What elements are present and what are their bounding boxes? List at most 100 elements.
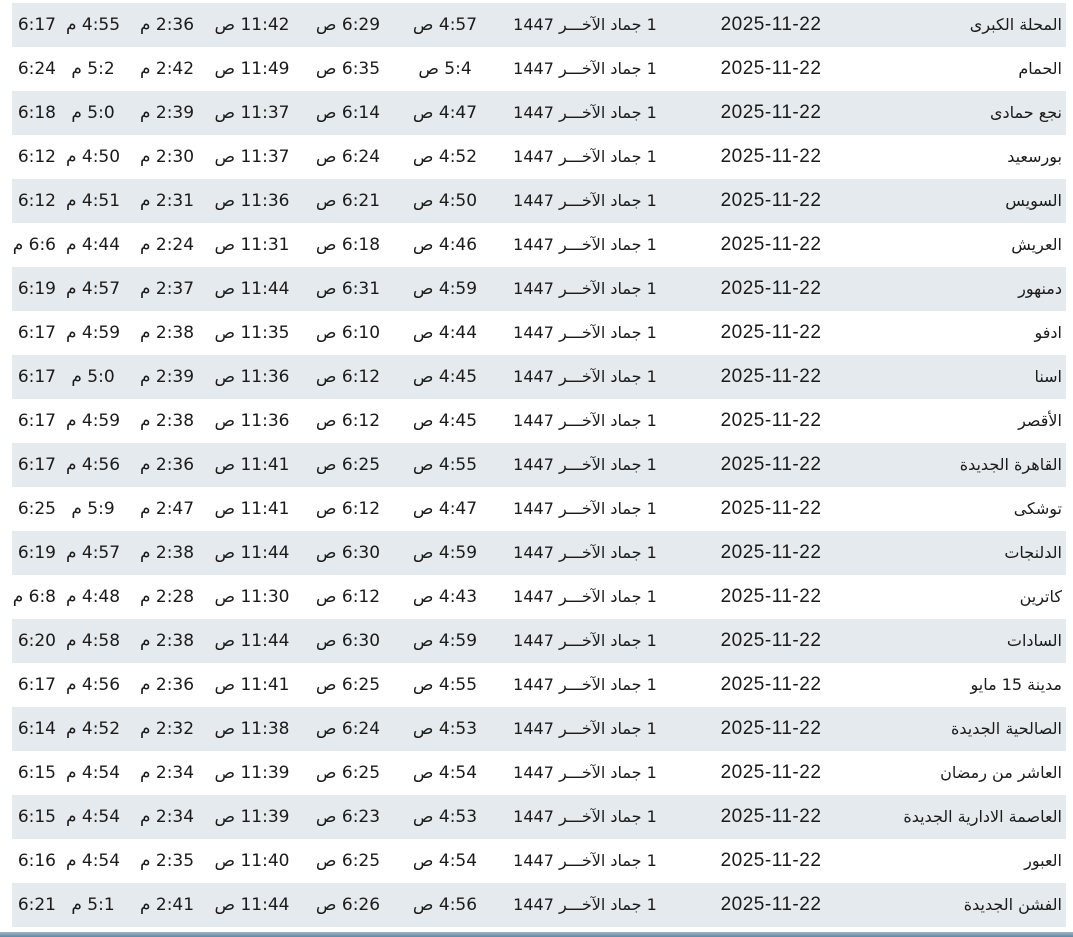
city-cell: العبور	[1024, 851, 1062, 870]
asr-time-cell: 2:24 م	[139, 235, 195, 255]
table-row: العاشر من رمضان 2025-11-22 1 جماد الآخـــر…	[12, 751, 1066, 795]
sunrise-time-cell: 6:31 ص	[315, 279, 381, 299]
sunrise-time-cell: 6:29 ص	[315, 15, 381, 35]
city-cell: الفشن الجديدة	[963, 895, 1062, 914]
gregorian-date-cell: 2025-11-22	[720, 278, 822, 299]
isha-time-cell: 6:25 م	[12, 499, 56, 519]
hijri-date-cell: 1 جماد الآخـــر 1447	[513, 543, 657, 562]
fajr-time-cell: 4:55 ص	[412, 455, 478, 475]
asr-time-cell: 2:35 م	[139, 851, 195, 871]
fajr-time-cell: 4:53 ص	[412, 719, 478, 739]
hijri-date-cell: 1 جماد الآخـــر 1447	[513, 807, 657, 826]
isha-time-cell: 6:15 م	[12, 807, 56, 827]
isha-time-cell: 6:18 م	[12, 103, 56, 123]
hijri-date-cell: 1 جماد الآخـــر 1447	[513, 631, 657, 650]
asr-time-cell: 2:38 م	[139, 323, 195, 343]
gregorian-date-cell: 2025-11-22	[720, 850, 822, 871]
gregorian-date-cell: 2025-11-22	[720, 14, 822, 35]
dhuhr-time-cell: 11:35 ص	[214, 323, 290, 343]
table-row: كاترين 2025-11-22 1 جماد الآخـــر 1447 4:43…	[12, 575, 1066, 619]
hijri-date-cell: 1 جماد الآخـــر 1447	[513, 411, 657, 430]
isha-time-cell: 6:24 م	[12, 59, 56, 79]
hijri-date-cell: 1 جماد الآخـــر 1447	[513, 719, 657, 738]
table-row: نجع حمادى 2025-11-22 1 جماد الآخـــر 1447 4…	[12, 91, 1066, 135]
gregorian-date-cell: 2025-11-22	[720, 234, 822, 255]
hijri-date-cell: 1 جماد الآخـــر 1447	[513, 851, 657, 870]
sunrise-time-cell: 6:35 ص	[315, 59, 381, 79]
hijri-date-cell: 1 جماد الآخـــر 1447	[513, 235, 657, 254]
fajr-time-cell: 4:53 ص	[412, 807, 478, 827]
asr-time-cell: 2:41 م	[139, 895, 195, 915]
isha-time-cell: 6:15 م	[12, 763, 56, 783]
asr-time-cell: 2:37 م	[139, 279, 195, 299]
city-cell: المحلة الكبرى	[969, 15, 1062, 34]
sunrise-time-cell: 6:24 ص	[315, 147, 381, 167]
fajr-time-cell: 4:43 ص	[412, 587, 478, 607]
dhuhr-time-cell: 11:41 ص	[214, 499, 290, 519]
hijri-date-cell: 1 جماد الآخـــر 1447	[513, 455, 657, 474]
asr-time-cell: 2:42 م	[139, 59, 195, 79]
dhuhr-time-cell: 11:41 ص	[214, 675, 290, 695]
fajr-time-cell: 4:46 ص	[412, 235, 478, 255]
dhuhr-time-cell: 11:31 ص	[214, 235, 290, 255]
dhuhr-time-cell: 11:44 ص	[214, 895, 290, 915]
asr-time-cell: 2:31 م	[139, 191, 195, 211]
city-cell: اسنا	[1034, 367, 1062, 386]
dhuhr-time-cell: 11:42 ص	[214, 15, 290, 35]
city-cell: نجع حمادى	[989, 103, 1062, 122]
isha-time-cell: 6:8 م	[12, 587, 56, 607]
maghrib-time-cell: 4:48 م	[65, 587, 121, 607]
table-row: الدلنجات 2025-11-22 1 جماد الآخـــر 1447 4:…	[12, 531, 1066, 575]
fajr-time-cell: 4:44 ص	[412, 323, 478, 343]
dhuhr-time-cell: 11:41 ص	[214, 455, 290, 475]
maghrib-time-cell: 4:54 م	[65, 851, 121, 871]
maghrib-time-cell: 4:51 م	[65, 191, 121, 211]
fajr-time-cell: 5:4 ص	[418, 59, 472, 79]
isha-time-cell: 6:20 م	[12, 631, 56, 651]
dhuhr-time-cell: 11:30 ص	[214, 587, 290, 607]
table-row: الأقصر 2025-11-22 1 جماد الآخـــر 1447 4:45…	[12, 399, 1066, 443]
fajr-time-cell: 4:54 ص	[412, 763, 478, 783]
gregorian-date-cell: 2025-11-22	[720, 674, 822, 695]
city-cell: القاهرة الجديدة	[959, 455, 1062, 474]
maghrib-time-cell: 4:52 م	[65, 719, 121, 739]
hijri-date-cell: 1 جماد الآخـــر 1447	[513, 191, 657, 210]
maghrib-time-cell: 4:57 م	[65, 279, 121, 299]
gregorian-date-cell: 2025-11-22	[720, 190, 822, 211]
table-row: العريش 2025-11-22 1 جماد الآخـــر 1447 4:46…	[12, 223, 1066, 267]
table-row: الصالحية الجديدة 2025-11-22 1 جماد الآخـــ…	[12, 707, 1066, 751]
isha-time-cell: 6:19 م	[12, 279, 56, 299]
isha-time-cell: 6:17 م	[12, 367, 56, 387]
fajr-time-cell: 4:52 ص	[412, 147, 478, 167]
asr-time-cell: 2:34 م	[139, 763, 195, 783]
hijri-date-cell: 1 جماد الآخـــر 1447	[513, 895, 657, 914]
gregorian-date-cell: 2025-11-22	[720, 806, 822, 827]
fajr-time-cell: 4:59 ص	[412, 631, 478, 651]
fajr-time-cell: 4:45 ص	[412, 367, 478, 387]
sunrise-time-cell: 6:12 ص	[315, 499, 381, 519]
dhuhr-time-cell: 11:37 ص	[214, 147, 290, 167]
sunrise-time-cell: 6:30 ص	[315, 543, 381, 563]
city-cell: الدلنجات	[1004, 543, 1062, 562]
sunrise-time-cell: 6:10 ص	[315, 323, 381, 343]
hijri-date-cell: 1 جماد الآخـــر 1447	[513, 587, 657, 606]
city-cell: الأقصر	[1018, 411, 1062, 430]
table-row: القاهرة الجديدة 2025-11-22 1 جماد الآخـــر…	[12, 443, 1066, 487]
city-cell: السويس	[1005, 191, 1062, 210]
isha-time-cell: 6:14 م	[12, 719, 56, 739]
maghrib-time-cell: 4:56 م	[65, 675, 121, 695]
sunrise-time-cell: 6:12 ص	[315, 367, 381, 387]
isha-time-cell: 6:17 م	[12, 411, 56, 431]
dhuhr-time-cell: 11:39 ص	[214, 763, 290, 783]
hijri-date-cell: 1 جماد الآخـــر 1447	[513, 103, 657, 122]
fajr-time-cell: 4:45 ص	[412, 411, 478, 431]
sunrise-time-cell: 6:21 ص	[315, 191, 381, 211]
maghrib-time-cell: 4:50 م	[65, 147, 121, 167]
gregorian-date-cell: 2025-11-22	[720, 630, 822, 651]
prayer-times-table-container: المحلة الكبرى 2025-11-22 1 جماد الآخـــر 1…	[12, 3, 1066, 927]
asr-time-cell: 2:36 م	[139, 455, 195, 475]
maghrib-time-cell: 4:59 م	[65, 323, 121, 343]
table-body: المحلة الكبرى 2025-11-22 1 جماد الآخـــر 1…	[12, 3, 1066, 927]
isha-time-cell: 6:21 م	[12, 895, 56, 915]
dhuhr-time-cell: 11:44 ص	[214, 631, 290, 651]
